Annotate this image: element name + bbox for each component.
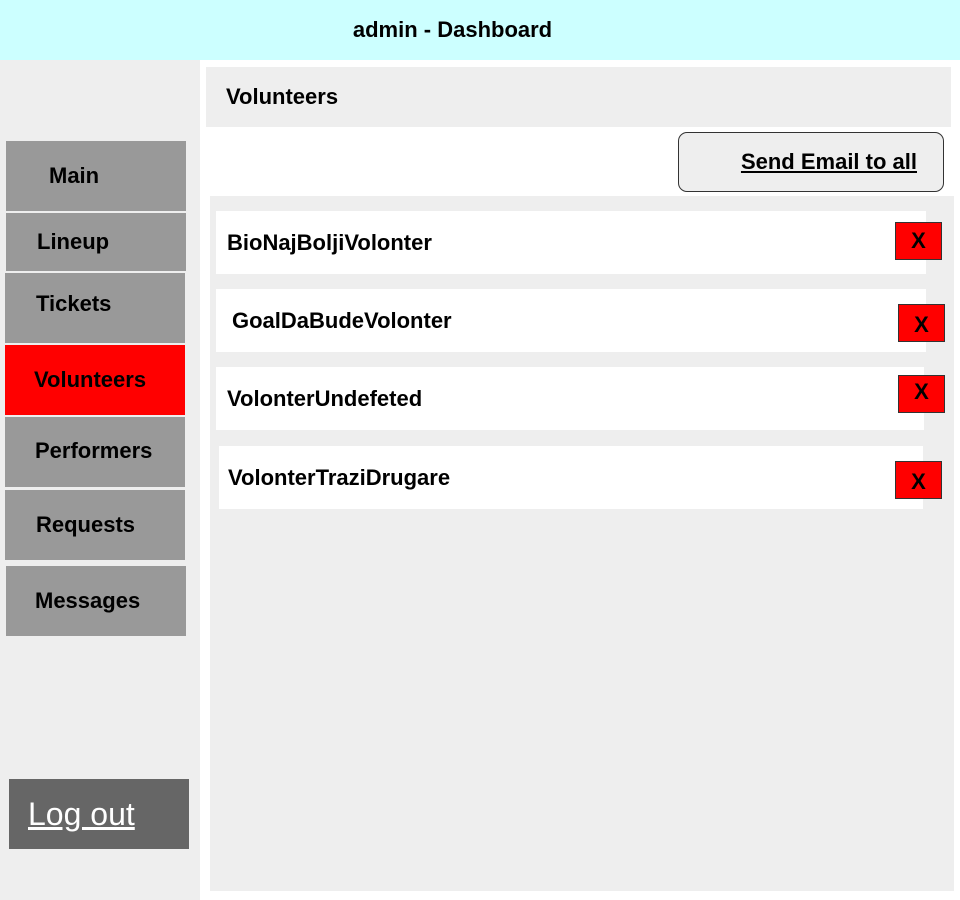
section-title: Volunteers bbox=[206, 67, 951, 127]
sidebar-item-performers[interactable]: Performers bbox=[5, 417, 185, 487]
sidebar: Main Lineup Tickets Volunteers Performer… bbox=[0, 60, 200, 900]
delete-button[interactable]: X bbox=[898, 304, 945, 342]
delete-button[interactable]: X bbox=[895, 222, 942, 260]
list-item: VolonterUndefeted bbox=[216, 367, 924, 430]
top-header: admin - Dashboard bbox=[0, 0, 960, 60]
volunteer-name: BioNajBoljiVolonter bbox=[227, 229, 432, 255]
send-email-button[interactable]: Send Email to all bbox=[678, 132, 944, 192]
sidebar-item-messages[interactable]: Messages bbox=[6, 566, 186, 636]
page-title: admin - Dashboard bbox=[352, 17, 553, 42]
delete-button[interactable]: X bbox=[898, 375, 945, 413]
sidebar-item-requests[interactable]: Requests bbox=[5, 490, 185, 560]
list-item: VolonterTraziDrugare bbox=[219, 446, 923, 509]
sidebar-item-lineup[interactable]: Lineup bbox=[6, 213, 186, 271]
sidebar-item-volunteers[interactable]: Volunteers bbox=[5, 345, 185, 415]
volunteer-name: VolonterUndefeted bbox=[227, 385, 423, 411]
list-item: GoalDaBudeVolonter bbox=[216, 289, 926, 352]
sidebar-item-tickets[interactable]: Tickets bbox=[5, 273, 185, 343]
volunteer-name: VolonterTraziDrugare bbox=[228, 465, 451, 490]
list-item: BioNajBoljiVolonter bbox=[216, 211, 926, 274]
volunteer-name: GoalDaBudeVolonter bbox=[232, 308, 452, 333]
sidebar-item-main[interactable]: Main bbox=[6, 141, 186, 211]
logout-button[interactable]: Log out bbox=[9, 779, 189, 849]
delete-button[interactable]: X bbox=[895, 461, 942, 499]
